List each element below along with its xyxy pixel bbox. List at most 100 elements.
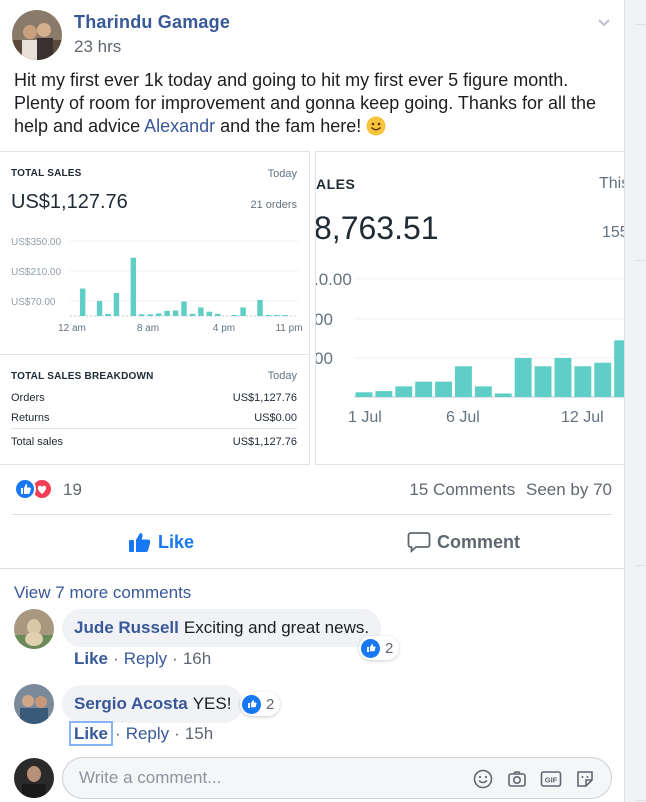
comment-button[interactable]: Comment (407, 522, 520, 562)
bar (474, 386, 492, 397)
commenter-avatar[interactable] (14, 684, 54, 724)
row-total-value: US$1,127.76 (232, 436, 297, 448)
like-reaction-icon[interactable] (14, 478, 36, 500)
comment-reply-link[interactable]: Reply (126, 724, 169, 743)
rail-tick (636, 800, 646, 801)
like-reaction-icon (242, 694, 261, 714)
bar (435, 381, 452, 397)
row-orders-label: Orders (11, 392, 45, 404)
x-tick-label: 1 Jul (348, 409, 382, 426)
bar (554, 358, 572, 397)
comment-bubble: Jude Russell Exciting and great news. (62, 609, 382, 647)
separator-dot: · (113, 649, 119, 668)
period-label-cropped: This (599, 175, 624, 192)
x-tick-label: 4 pm (213, 323, 235, 334)
bar (574, 366, 592, 397)
post-timestamp[interactable]: 23 hrs (74, 37, 121, 57)
commenter-name[interactable]: Sergio Acosta (74, 694, 188, 713)
bar (240, 307, 246, 316)
thumbs-up-icon (129, 533, 151, 552)
divider (0, 354, 309, 355)
y-tick-label: 00 (316, 310, 333, 329)
bar (231, 315, 238, 316)
view-more-comments-link[interactable]: View 7 more comments (14, 583, 191, 603)
row-returns-value: US$0.00 (254, 412, 297, 424)
comment-icon (407, 532, 431, 553)
comments-count-link[interactable]: 15 Comments (409, 480, 515, 499)
bar (265, 315, 272, 316)
period-label: Today (267, 168, 297, 180)
emoji-icon[interactable] (471, 767, 495, 791)
divider (11, 428, 297, 429)
feed-post: Tharindu Gamage 23 hrs Hit my first ever… (0, 0, 624, 802)
comment-text: YES! (192, 694, 232, 713)
comment-reply-link[interactable]: Reply (124, 649, 167, 668)
bar (594, 362, 612, 397)
commenter-avatar[interactable] (14, 609, 54, 649)
commenter-name[interactable]: Jude Russell (74, 618, 179, 637)
orders-count: 21 orders (250, 199, 297, 211)
row-total-label: Total sales (11, 436, 63, 448)
daily-sales-chart: .0.00 00 00 (316, 270, 624, 398)
chevron-down-icon[interactable] (596, 14, 612, 30)
comment-like-link[interactable]: Like (68, 721, 114, 746)
reactions-count[interactable]: 19 (63, 480, 82, 500)
seen-by-count[interactable]: Seen by 70 (526, 480, 612, 499)
rail-tick (636, 260, 646, 261)
breakdown-period: Today (267, 370, 297, 382)
bar (181, 301, 187, 316)
bar (375, 391, 393, 397)
total-sales-title-cropped: ALES (316, 176, 356, 192)
camera-icon[interactable] (505, 767, 529, 791)
comment-text: Exciting and great news. (183, 618, 370, 637)
comment-input[interactable]: Write a comment... GIF (62, 757, 612, 799)
comment-reactions-badge[interactable]: 2 (240, 692, 281, 716)
bar (614, 340, 624, 397)
bar (206, 311, 213, 316)
gif-icon[interactable]: GIF (539, 767, 563, 791)
x-tick-label: 6 Jul (446, 409, 480, 426)
post-header: Tharindu Gamage 23 hrs (12, 10, 612, 62)
comment-input-placeholder: Write a comment... (79, 768, 222, 787)
sales-screenshot-right[interactable]: ALES This 8,763.51 155 .0.00 00 00 1 Jul 6… (315, 151, 624, 465)
mention-link[interactable]: Alexandr (144, 116, 215, 136)
orders-count-cropped: 155 (602, 224, 624, 241)
svg-text:GIF: GIF (545, 776, 558, 785)
post-stats: 19 15 Comments Seen by 70 (14, 478, 612, 502)
comment-time[interactable]: 15h (185, 724, 213, 743)
like-button[interactable]: Like (128, 522, 194, 562)
bar (257, 299, 263, 316)
current-user-avatar[interactable] (14, 758, 54, 798)
y-tick-label: US$70.00 (11, 297, 56, 308)
row-orders-value: US$1,127.76 (232, 392, 297, 404)
comment-meta: Like · Reply · 15h (68, 721, 213, 746)
author-avatar[interactable] (12, 10, 62, 60)
bar (139, 314, 145, 316)
x-tick-label: 12 am (58, 323, 86, 334)
bar (172, 310, 179, 316)
comment-time[interactable]: 16h (183, 649, 211, 668)
bar (274, 314, 280, 316)
x-tick-label: 11 pm (275, 323, 302, 334)
stats-right: 15 Comments Seen by 70 (403, 480, 612, 500)
x-tick-label: 8 am (137, 323, 159, 334)
total-sales-value-cropped: 8,763.51 (315, 210, 439, 246)
bar (198, 307, 204, 316)
bar (130, 257, 137, 316)
comment-reactions-count: 2 (266, 695, 275, 713)
bar (147, 314, 153, 316)
bar (96, 301, 103, 316)
bar (355, 392, 373, 397)
right-scroll-rail[interactable] (624, 0, 646, 802)
bar (105, 313, 111, 316)
sticker-icon[interactable] (573, 767, 597, 791)
comment-reactions-badge[interactable]: 2 (359, 636, 400, 660)
separator-dot: · (172, 649, 178, 668)
sales-screenshot-left[interactable]: TOTAL SALES Today US$1,127.76 21 orders … (0, 151, 310, 465)
comment-like-link[interactable]: Like (74, 649, 108, 668)
comment-input-icons: GIF (461, 767, 597, 791)
rail-tick (636, 24, 646, 25)
bar (164, 310, 170, 316)
author-name[interactable]: Tharindu Gamage (74, 12, 230, 33)
separator-dot: · (174, 724, 180, 743)
